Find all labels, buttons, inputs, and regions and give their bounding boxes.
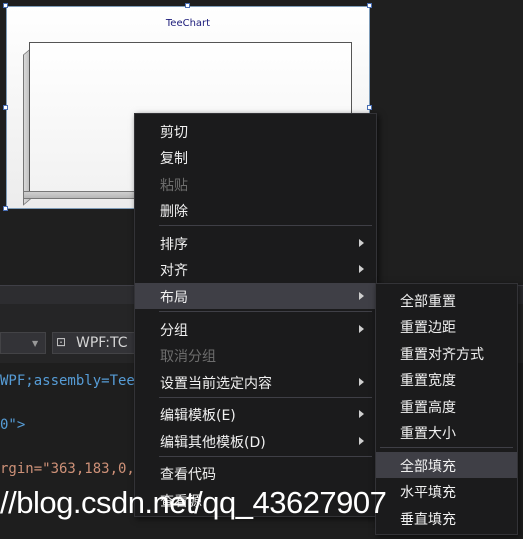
submenu-arrow-icon xyxy=(359,437,364,445)
menu-item-set-current-selection[interactable]: 设置当前选定内容 xyxy=(135,369,376,395)
menu-separator xyxy=(159,225,372,226)
menu-item-paste: 粘贴 xyxy=(160,178,188,194)
menu-item-cut[interactable]: 剪切 xyxy=(135,118,376,144)
chart-title: TeeChart xyxy=(165,18,211,29)
submenu-arrow-icon xyxy=(359,378,364,386)
submenu-arrow-icon xyxy=(359,325,364,333)
menu-item-group[interactable]: 分组 xyxy=(135,316,376,342)
resize-handle-top-right[interactable] xyxy=(367,3,372,8)
xaml-element-icon: ⊡ xyxy=(56,335,67,349)
menu-item-layout[interactable]: 布局 xyxy=(135,283,376,309)
menu-item-order[interactable]: 排序 xyxy=(135,230,376,256)
menu-item-ungroup: 取消分组 xyxy=(160,349,216,365)
submenu-item-reset-all[interactable]: 全部重置 xyxy=(376,287,517,313)
submenu-item-reset-height[interactable]: 重置高度 xyxy=(376,393,517,419)
menu-item-copy[interactable]: 复制 xyxy=(135,144,376,170)
submenu-item-fill-all[interactable]: 全部填充 xyxy=(376,452,517,478)
chevron-down-icon[interactable]: ▼ xyxy=(32,339,38,348)
resize-handle-top-left[interactable] xyxy=(3,3,8,8)
resize-handle-right[interactable] xyxy=(367,105,372,110)
code-line: rgin="363,183,0, xyxy=(0,461,135,477)
menu-item-edit-template[interactable]: 编辑模板(E) xyxy=(135,401,376,427)
menu-separator xyxy=(380,447,513,448)
menu-separator xyxy=(159,456,372,457)
context-menu: 剪切 复制 粘贴 删除 排序 对齐 布局 分组 取消分组 设置当前选定内容 编辑… xyxy=(134,113,377,517)
type-selector-label: WPF:TC xyxy=(76,335,128,351)
layout-submenu: 全部重置 重置边距 重置对齐方式 重置宽度 重置高度 重置大小 全部填充 水平填… xyxy=(375,283,518,535)
submenu-item-fill-horizontal[interactable]: 水平填充 xyxy=(376,478,517,504)
submenu-item-fill-vertical[interactable]: 垂直填充 xyxy=(376,505,517,531)
menu-separator xyxy=(159,397,372,398)
menu-item-edit-other-templates[interactable]: 编辑其他模板(D) xyxy=(135,428,376,454)
resize-handle-left[interactable] xyxy=(3,105,8,110)
submenu-arrow-icon xyxy=(359,239,364,247)
menu-item-view-code[interactable]: 查看代码 xyxy=(135,460,376,486)
code-line: WPF;assembly=Tee xyxy=(0,373,135,389)
menu-item-align[interactable]: 对齐 xyxy=(135,256,376,282)
submenu-item-reset-alignment[interactable]: 重置对齐方式 xyxy=(376,340,517,366)
watermark-url: //blog.csdn.net/qq_43627907 xyxy=(0,485,387,520)
submenu-item-reset-width[interactable]: 重置宽度 xyxy=(376,366,517,392)
submenu-item-reset-size[interactable]: 重置大小 xyxy=(376,419,517,445)
menu-item-delete[interactable]: 删除 xyxy=(135,197,376,223)
submenu-arrow-icon xyxy=(359,265,364,273)
zoom-combo[interactable] xyxy=(0,332,46,354)
resize-handle-top[interactable] xyxy=(185,3,190,8)
submenu-arrow-icon xyxy=(359,410,364,418)
submenu-arrow-icon xyxy=(359,292,364,300)
menu-separator xyxy=(159,311,372,312)
resize-handle-bottom-left[interactable] xyxy=(3,206,8,211)
code-line: 0"> xyxy=(0,417,26,433)
submenu-item-reset-margin[interactable]: 重置边距 xyxy=(376,313,517,339)
